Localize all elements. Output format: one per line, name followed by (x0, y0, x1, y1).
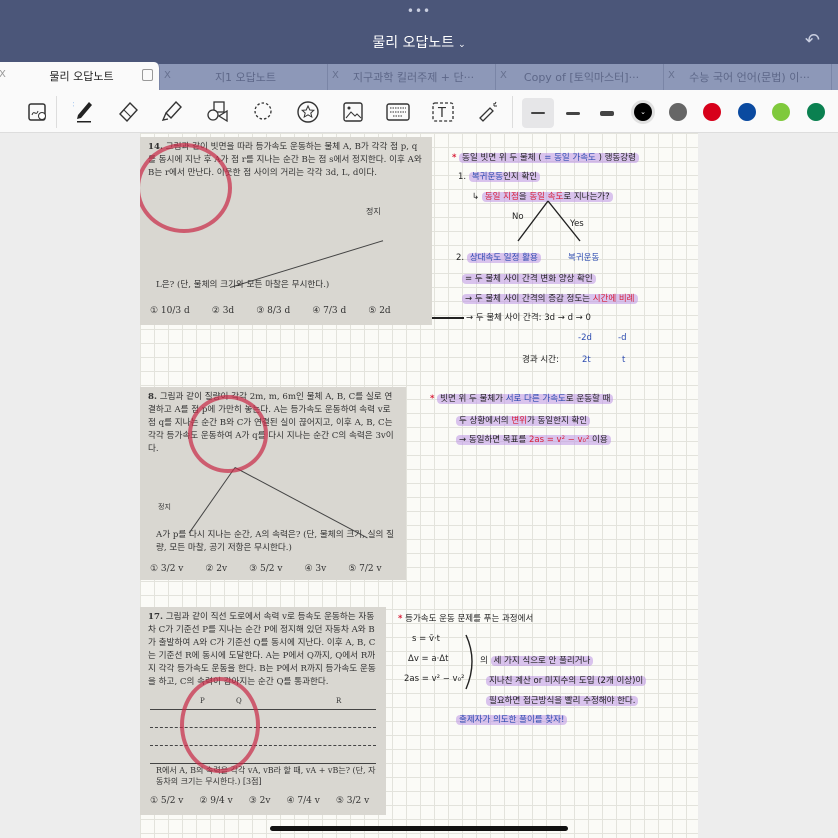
problem-body: 그림과 같이 직선 도로에서 속력 v로 등속도 운동하는 자동차 C가 기준선… (148, 612, 376, 687)
notebook-page[interactable]: 14. 그림과 같이 빗면을 따라 등가속도 운동하는 물체 A, B가 각각 … (140, 133, 698, 838)
close-tab-icon[interactable]: X (332, 70, 339, 81)
laser-pointer-icon[interactable] (474, 98, 502, 126)
problem-photo-14[interactable]: 14. 그림과 같이 빗면을 따라 등가속도 운동하는 물체 A, B가 각각 … (140, 137, 432, 325)
color-swatch-gray[interactable] (669, 103, 687, 121)
problem-question: R에서 A, B의 속력을 각각 vA, vB라 할 때, vA + vB는? … (156, 766, 376, 786)
color-swatch-dark-green[interactable] (807, 103, 825, 121)
problem-photo-8[interactable]: 8. 그림과 같이 질량이 각각 2m, m, 6m인 물체 A, B, C를 … (140, 387, 406, 580)
tab-label: 지1 오답노트 (214, 71, 277, 84)
close-tab-icon[interactable]: X (668, 70, 675, 81)
red-circle-mark (140, 143, 232, 233)
color-swatch-black[interactable]: ⌄ (634, 103, 652, 121)
tab-toeic-master[interactable]: X Copy of [토익마스터]··· (496, 64, 664, 90)
answer-choices: ① 3/2 v② 2v ③ 5/2 v④ 3v ⑤ 7/2 v (150, 564, 382, 574)
road-lane-line (150, 763, 376, 764)
red-circle-mark (188, 395, 268, 473)
stroke-thin-button[interactable] (522, 98, 554, 128)
eraser-icon[interactable] (114, 98, 142, 126)
diagram-label: 정지 (366, 207, 381, 216)
answer-choices: ① 10/3 d② 3d ③ 8/3 d④ 7/3 d⑤ 2d (150, 306, 391, 316)
keyboard-icon[interactable] (384, 98, 412, 126)
highlighter-icon[interactable] (158, 98, 186, 126)
svg-text:ᛒ: ᛒ (73, 100, 75, 109)
stroke-medium-button[interactable] (557, 98, 589, 128)
close-tab-icon[interactable]: X (164, 70, 171, 81)
tab-korean-grammar[interactable]: X 수능 국어 언어(문법) 이··· (664, 64, 832, 90)
pen-icon[interactable]: ᛒ (70, 98, 98, 126)
problem-body: 그림과 같이 질량이 각각 2m, m, 6m인 물체 A, B, C를 실로 … (148, 392, 394, 454)
close-tab-icon[interactable]: X (500, 70, 507, 81)
toolbar: ᛒ T ⌄ (0, 90, 838, 133)
problem-photo-17[interactable]: 17. 그림과 같이 직선 도로에서 속력 v로 등속도 운동하는 자동차 C가… (140, 607, 386, 815)
text-box-icon[interactable]: T (429, 98, 457, 126)
multitasking-dots-icon[interactable]: ••• (0, 4, 838, 18)
title-bar: ••• 물리 오답노트 ⌄ ↶ (0, 0, 838, 64)
zoom-window-icon[interactable] (24, 98, 52, 126)
decision-tree-lines (517, 200, 581, 242)
problem-number: 17. (148, 612, 163, 622)
red-circle-mark (180, 677, 260, 773)
problem-number: 8. (148, 392, 157, 402)
tab-label: 수능 국어 언어(문법) 이··· (689, 71, 810, 84)
arrow-line (432, 317, 464, 319)
answer-choices: ① 5/2 v② 9/4 v③ 2v ④ 7/4 v⑤ 3/2 v (150, 796, 370, 806)
tab-label: Copy of [토익마스터]··· (523, 71, 640, 84)
tab-label: 지구과학 킬러주제 + 단··· (352, 71, 475, 84)
home-indicator[interactable] (270, 826, 568, 831)
tab-earth-science-1[interactable]: X 지1 오답노트 (160, 64, 328, 90)
tab-earth-science-killer[interactable]: X 지구과학 킬러주제 + 단··· (328, 64, 496, 90)
sticker-icon[interactable] (294, 98, 322, 126)
undo-icon[interactable]: ↶ (805, 30, 820, 51)
stroke-thick-button[interactable] (591, 98, 623, 128)
tab-label: 물리 오답노트 (49, 70, 114, 83)
problem-question: A가 p를 다시 지나는 순간, A의 속력은? (단, 물체의 크기, 실의 … (156, 530, 395, 553)
problem-question: L은? (단, 물체의 크기와 모든 마찰은 무시한다.) (156, 280, 330, 290)
document-tabs: X 물리 오답노트 X 지1 오답노트 X 지구과학 킬러주제 + 단··· X Cop… (0, 62, 838, 90)
incline-diagram (234, 467, 368, 539)
diagram-label: 정지 (158, 503, 171, 511)
svg-text:T: T (437, 106, 446, 121)
tab-physics-notes[interactable]: X 물리 오답노트 (0, 62, 160, 90)
image-icon[interactable] (339, 98, 367, 126)
color-swatch-blue[interactable] (738, 103, 756, 121)
incline-diagram-left (188, 467, 236, 534)
lasso-icon[interactable] (249, 98, 277, 126)
shapes-icon[interactable] (203, 98, 231, 126)
close-tab-icon[interactable]: X (0, 69, 6, 80)
color-swatch-green[interactable] (772, 103, 790, 121)
color-swatch-red[interactable] (703, 103, 721, 121)
document-title-menu[interactable]: 물리 오답노트 ⌄ (0, 32, 838, 52)
document-title: 물리 오답노트 (372, 35, 455, 51)
asterisk-mark: * (452, 153, 457, 163)
split-view-icon[interactable] (142, 69, 153, 81)
chevron-down-icon: ⌄ (458, 40, 466, 50)
